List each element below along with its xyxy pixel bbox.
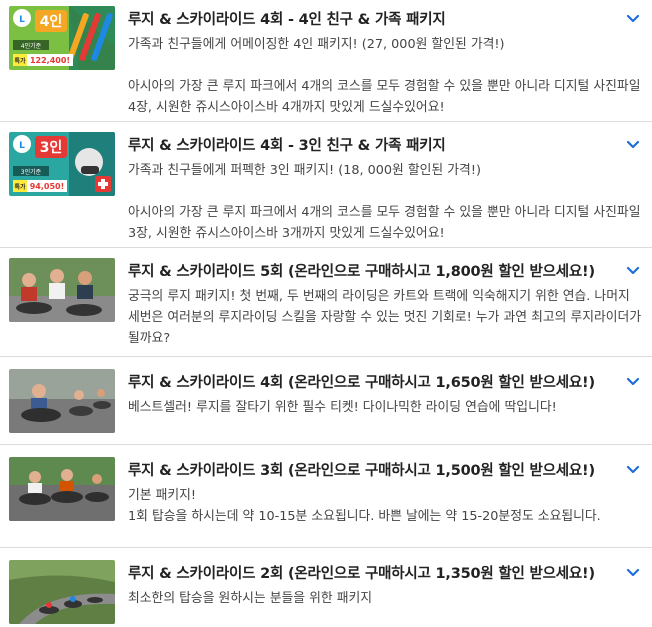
package-title[interactable]: 루지 & 스카이라이드 2회 (온라인으로 구매하시고 1,350원 할인 받으… [128, 562, 595, 583]
package-description: 가족과 친구들에게 어메이징한 4인 패키지! (27, 000원 할인된 가격… [128, 34, 644, 118]
description-paragraph: 아시아의 가장 큰 루지 파크에서 4개의 코스를 모두 경험할 수 있을 뿐만… [128, 205, 641, 241]
thumb-badge: 3인 [40, 139, 63, 156]
svg-text:L: L [19, 141, 25, 151]
chevron-down-icon[interactable] [624, 461, 642, 479]
thumb-badge: 4인 [40, 13, 63, 30]
package-description: 궁극의 루지 패키지! 첫 번째, 두 번째의 라이딩은 카트와 트랙에 익숙해… [128, 286, 644, 349]
package-thumbnail: L 3인 3인기준 특가 94,050! [9, 132, 115, 196]
chevron-down-icon[interactable] [624, 136, 642, 154]
package-photo [9, 369, 115, 433]
description-paragraph: 가족과 친구들에게 퍼펙한 3인 패키지! (18, 000원 할인된 가격!) [128, 163, 481, 178]
package-photo [9, 258, 115, 322]
description-paragraph: 궁극의 루지 패키지! 첫 번째, 두 번째의 라이딩은 카트와 트랙에 익숙해… [128, 289, 642, 346]
thumb-price-label: 특가 [14, 57, 26, 65]
thumb-price: 122,400! [30, 56, 70, 65]
package-item[interactable]: L 4인 4인기준 특가 122,400! 루지 & 스카이라이드 4회 - 4… [0, 0, 652, 122]
svg-text:L: L [19, 15, 25, 25]
package-description: 베스트셀러! 루지를 잘타기 위한 필수 티켓! 다이나믹한 라이딩 연습에 딱… [128, 397, 644, 418]
description-paragraph: 아시아의 가장 큰 루지 파크에서 4개의 코스를 모두 경험할 수 있을 뿐만… [128, 79, 641, 115]
chevron-down-icon[interactable] [624, 10, 642, 28]
package-photo [9, 457, 115, 521]
chevron-down-icon[interactable] [624, 373, 642, 391]
package-title[interactable]: 루지 & 스카이라이드 5회 (온라인으로 구매하시고 1,800원 할인 받으… [128, 260, 595, 281]
package-title[interactable]: 루지 & 스카이라이드 4회 - 4인 친구 & 가족 패키지 [128, 8, 446, 29]
thumb-price: 94,050! [30, 182, 65, 191]
package-description: 최소한의 탑승을 원하시는 분들을 위한 패키지 [128, 588, 644, 609]
thumb-note: 4인기준 [21, 42, 42, 50]
description-paragraph: 베스트셀러! 루지를 잘타기 위한 필수 티켓! 다이나믹한 라이딩 연습에 딱… [128, 400, 557, 415]
package-item[interactable]: 루지 & 스카이라이드 5회 (온라인으로 구매하시고 1,800원 할인 받으… [0, 248, 652, 357]
description-paragraph: 가족과 친구들에게 어메이징한 4인 패키지! (27, 000원 할인된 가격… [128, 37, 505, 52]
package-photo [9, 560, 115, 624]
package-item[interactable]: 루지 & 스카이라이드 4회 (온라인으로 구매하시고 1,650원 할인 받으… [0, 357, 652, 445]
package-title[interactable]: 루지 & 스카이라이드 4회 - 3인 친구 & 가족 패키지 [128, 134, 446, 155]
package-item[interactable]: 루지 & 스카이라이드 2회 (온라인으로 구매하시고 1,350원 할인 받으… [0, 548, 652, 627]
package-title[interactable]: 루지 & 스카이라이드 4회 (온라인으로 구매하시고 1,650원 할인 받으… [128, 371, 595, 392]
package-item[interactable]: 루지 & 스카이라이드 3회 (온라인으로 구매하시고 1,500원 할인 받으… [0, 445, 652, 548]
package-description: 기본 패키지! 1회 탑승을 하시는데 약 10-15분 소요됩니다. 바쁜 날… [128, 485, 644, 527]
package-thumbnail: L 4인 4인기준 특가 122,400! [9, 6, 115, 70]
package-item[interactable]: L 3인 3인기준 특가 94,050! 루지 & 스카이라이드 4회 - 3인… [0, 122, 652, 248]
chevron-down-icon[interactable] [624, 262, 642, 280]
description-paragraph: 최소한의 탑승을 원하시는 분들을 위한 패키지 [128, 591, 373, 606]
thumb-price-label: 특가 [14, 183, 26, 191]
chevron-down-icon[interactable] [624, 564, 642, 582]
package-description: 가족과 친구들에게 퍼펙한 3인 패키지! (18, 000원 할인된 가격!)… [128, 160, 644, 244]
thumb-note: 3인기준 [21, 168, 42, 176]
package-list: L 4인 4인기준 특가 122,400! 루지 & 스카이라이드 4회 - 4… [0, 0, 652, 627]
description-paragraph: 기본 패키지! [128, 488, 197, 503]
package-title[interactable]: 루지 & 스카이라이드 3회 (온라인으로 구매하시고 1,500원 할인 받으… [128, 459, 595, 480]
description-paragraph: 1회 탑승을 하시는데 약 10-15분 소요됩니다. 바쁜 날에는 약 15-… [128, 509, 601, 524]
